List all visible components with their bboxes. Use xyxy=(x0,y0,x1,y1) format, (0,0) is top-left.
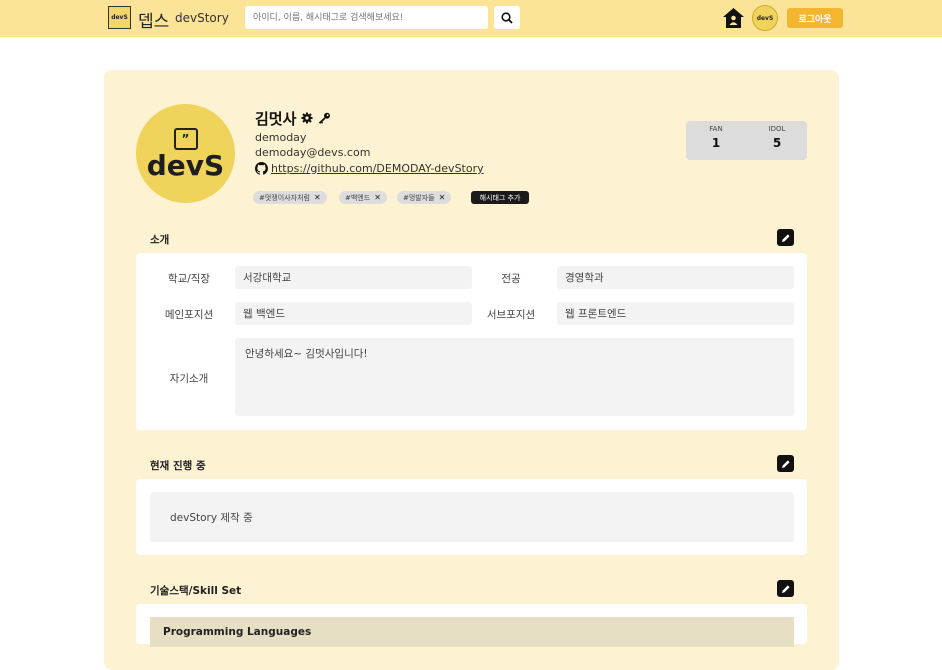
hashtag-label: #멋쟁이사자처럼 xyxy=(259,193,310,202)
brand-subtitle: devStory xyxy=(175,11,229,25)
brand-title[interactable]: 뎁스 xyxy=(138,7,169,32)
school-label: 학교/직장 xyxy=(167,273,211,285)
major-field: 경영학과 xyxy=(557,266,794,289)
sub-position-label: 서브포지션 xyxy=(486,309,536,321)
profile-username: demoday xyxy=(255,131,307,144)
profile-name: 김멋사 xyxy=(255,110,297,128)
github-icon xyxy=(255,162,268,175)
logo-text: devS xyxy=(111,14,128,21)
avatar-text: devS xyxy=(756,14,774,22)
idol-stat[interactable]: IDOL 5 xyxy=(747,125,807,150)
home-icon[interactable] xyxy=(722,7,745,29)
skills-section-title: 기술스택/Skill Set xyxy=(150,585,242,597)
logout-button[interactable]: 로그아웃 xyxy=(787,8,843,28)
search-button[interactable] xyxy=(494,6,520,29)
pencil-icon xyxy=(781,459,790,468)
idol-count: 5 xyxy=(772,136,782,150)
pencil-icon xyxy=(781,233,790,242)
school-field: 서강대학교 xyxy=(235,266,472,289)
bio-field: 안녕하세요~ 김멋사입니다! xyxy=(235,338,794,416)
fan-stat[interactable]: FAN 1 xyxy=(686,125,746,150)
edit-intro-button[interactable] xyxy=(777,229,794,246)
edit-skills-button[interactable] xyxy=(777,580,794,597)
main-position-label: 메인포지션 xyxy=(164,309,214,321)
hashtag-chip: #백엔드 ✕ xyxy=(339,191,387,204)
add-hashtag-button[interactable]: 해시태그 추가 xyxy=(471,191,529,204)
fan-idol-stats: FAN 1 IDOL 5 xyxy=(686,121,807,160)
main-position-field: 웹 백엔드 xyxy=(235,302,472,325)
close-icon[interactable]: ✕ xyxy=(374,193,381,202)
close-icon[interactable]: ✕ xyxy=(439,193,446,202)
skill-group-title: Programming Languages xyxy=(150,617,794,647)
gear-icon[interactable] xyxy=(301,112,313,124)
bubble-quote: ” xyxy=(181,131,190,146)
search-input[interactable] xyxy=(245,6,488,29)
key-icon[interactable] xyxy=(318,112,331,124)
progress-section-title: 현재 진행 중 xyxy=(150,460,206,472)
hashtag-label: #멍발자들 xyxy=(403,193,435,202)
intro-section-title: 소개 xyxy=(150,234,170,246)
bio-label: 자기소개 xyxy=(169,373,209,385)
logo[interactable]: devS xyxy=(108,6,131,29)
pencil-icon xyxy=(781,584,790,593)
github-link[interactable]: https://github.com/DEMODAY-devStory xyxy=(271,162,484,175)
close-icon[interactable]: ✕ xyxy=(314,193,321,202)
profile-email: demoday@devs.com xyxy=(255,146,371,159)
profile-avatar: ” devS xyxy=(136,104,235,203)
progress-field: devStory 제작 중 xyxy=(150,492,794,542)
idol-label: IDOL xyxy=(768,125,786,133)
edit-progress-button[interactable] xyxy=(777,455,794,472)
top-navbar: devS 뎁스 devStory devS 로그아웃 xyxy=(0,0,942,37)
hashtag-chip: #멍발자들 ✕ xyxy=(397,191,452,204)
major-label: 전공 xyxy=(501,273,521,285)
fan-count: 1 xyxy=(711,136,721,150)
speech-bubble-icon: ” xyxy=(173,127,198,150)
fan-label: FAN xyxy=(709,125,723,133)
hashtag-label: #백엔드 xyxy=(345,193,371,202)
sub-position-field: 웹 프론트엔드 xyxy=(557,302,794,325)
hashtag-chip: #멋쟁이사자처럼 ✕ xyxy=(253,191,327,204)
avatar-text: devS xyxy=(146,148,225,182)
search-icon xyxy=(501,11,513,24)
user-avatar[interactable]: devS xyxy=(752,5,778,31)
